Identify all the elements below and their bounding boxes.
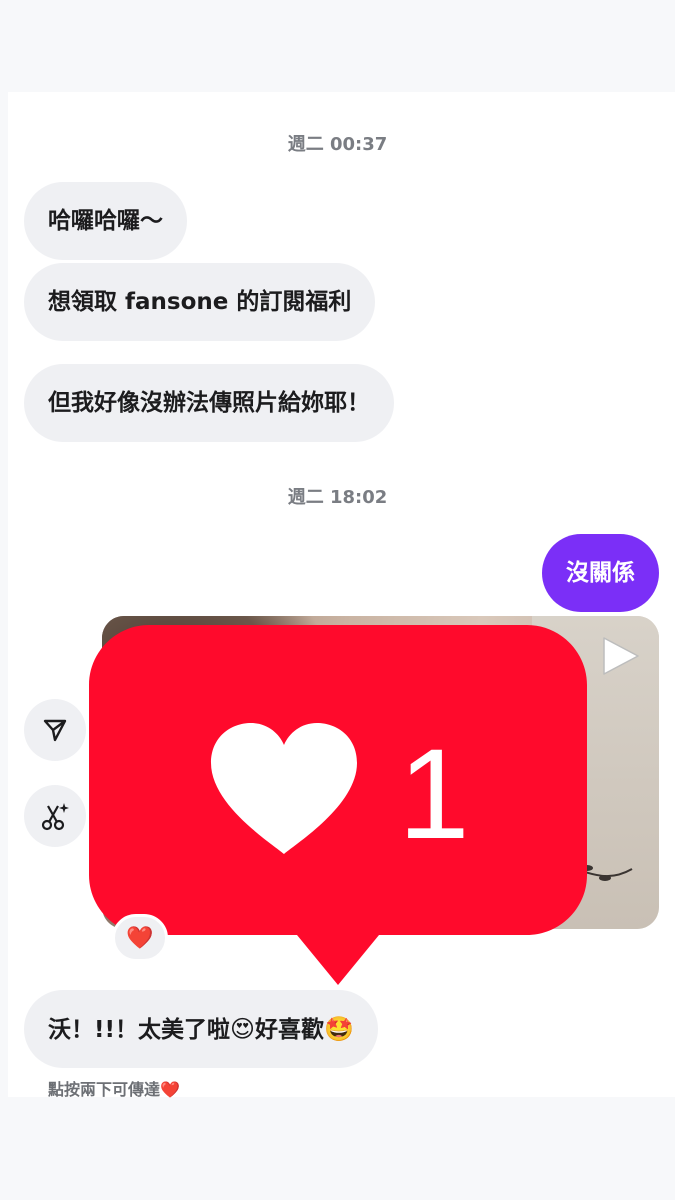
scissors-sparkle-icon xyxy=(41,803,69,831)
heart-eyes-icon: 😍 xyxy=(229,1015,256,1043)
message-text: 沃！!!！太美了啦 xyxy=(48,1017,230,1043)
message-bubble[interactable]: 哈囉哈囉～ xyxy=(24,182,187,260)
hint-text: 點按兩下可傳達 xyxy=(48,1080,161,1099)
star-struck-icon: 🤩 xyxy=(324,1015,354,1043)
sent-message-bubble[interactable]: 沒關係 xyxy=(542,534,659,612)
message-bubble[interactable]: 但我好像沒辦法傳照片給妳耶！ xyxy=(24,364,394,442)
heart-reaction-icon: ❤️ xyxy=(126,925,154,951)
timestamp: 週二 18:02 xyxy=(287,487,388,508)
reaction-badge[interactable]: ❤️ xyxy=(112,914,168,962)
like-count: 1 xyxy=(398,723,469,866)
remix-button[interactable] xyxy=(24,785,86,847)
double-tap-hint: 點按兩下可傳達❤️ xyxy=(48,1076,180,1100)
timestamp: 週二 00:37 xyxy=(287,134,388,155)
play-icon[interactable] xyxy=(598,634,642,678)
message-bubble[interactable]: 想領取 fansone 的訂閱福利 xyxy=(24,263,376,341)
message-text: 好喜歡 xyxy=(255,1017,325,1043)
share-icon xyxy=(43,719,67,742)
share-button[interactable] xyxy=(24,699,86,761)
message-bubble[interactable]: 沃！!!！太美了啦😍好喜歡🤩 xyxy=(24,990,378,1068)
heart-icon: ❤️ xyxy=(160,1080,180,1099)
